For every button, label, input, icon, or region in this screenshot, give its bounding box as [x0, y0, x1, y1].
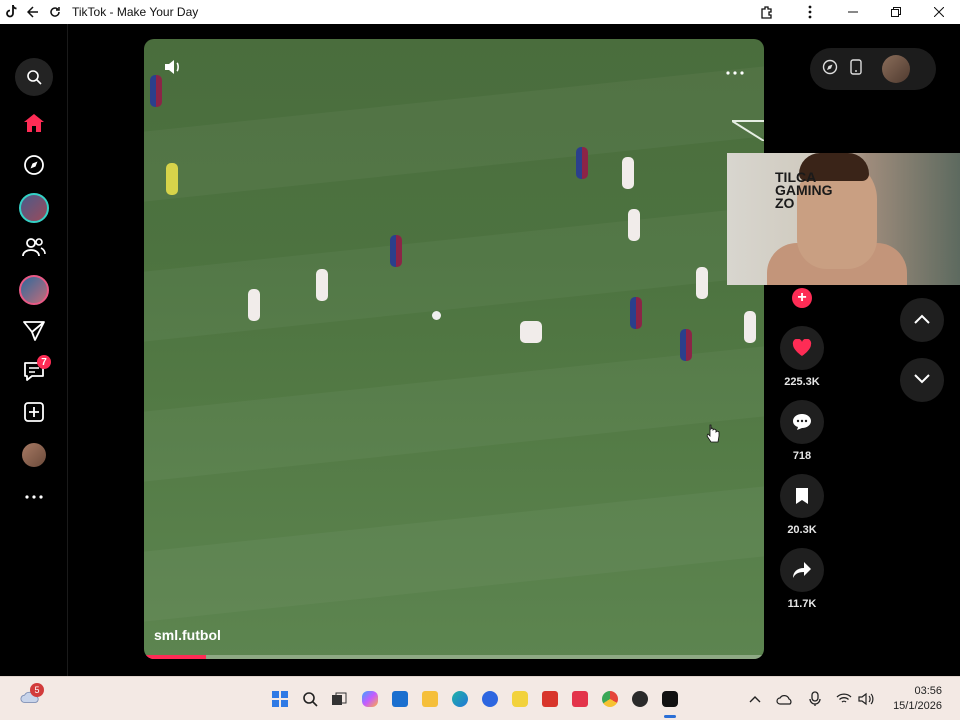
ball [432, 311, 441, 320]
start-icon[interactable] [270, 689, 290, 709]
top-right-controls [810, 48, 936, 90]
sidebar: 7 [0, 24, 68, 676]
video-player[interactable]: sml.futbol [144, 39, 764, 659]
share-count: 11.7K [787, 598, 817, 610]
next-video-button[interactable] [900, 358, 944, 402]
zoom-icon[interactable] [480, 689, 500, 709]
sidebar-item-friends[interactable] [14, 229, 54, 269]
chevron-up-icon [914, 311, 930, 329]
file-explorer-icon[interactable] [420, 689, 440, 709]
back-arrow-icon[interactable] [22, 0, 44, 24]
tray-chevron-up-icon[interactable] [745, 689, 765, 709]
minimize-icon[interactable] [831, 0, 874, 24]
compass-icon [23, 154, 45, 181]
coins-icon[interactable] [822, 59, 838, 80]
previous-video-button[interactable] [900, 298, 944, 342]
sidebar-item-search[interactable] [14, 57, 54, 97]
task-view-icon[interactable] [329, 689, 349, 709]
live-avatar [19, 275, 49, 305]
chrome-icon[interactable] [600, 689, 620, 709]
weather-badge: 5 [30, 683, 44, 697]
wifi-icon[interactable] [834, 689, 854, 709]
microphone-icon[interactable] [805, 689, 825, 709]
title-bar: TikTok - Make Your Day [0, 0, 960, 24]
sidebar-item-profile[interactable] [14, 435, 54, 475]
friends-icon [22, 237, 46, 262]
video-progress-fill [144, 655, 206, 659]
like-action[interactable]: 225.3K [778, 326, 826, 400]
account-avatar[interactable] [882, 55, 910, 83]
sidebar-item-more[interactable] [14, 475, 54, 515]
inbox-badge: 7 [37, 355, 51, 369]
mouse-cursor-icon [706, 424, 720, 449]
menu-dots-icon[interactable] [788, 0, 831, 24]
edge-icon[interactable] [450, 689, 470, 709]
video-username[interactable]: sml.futbol [154, 627, 221, 643]
reload-icon[interactable] [44, 0, 66, 24]
taskbar: 5 03:56 15/1/2026 [0, 676, 960, 720]
save-action[interactable]: 20.3K [778, 474, 826, 548]
search-taskbar-icon[interactable] [300, 689, 320, 709]
like-count: 225.3K [784, 376, 820, 388]
home-icon [23, 113, 45, 138]
tiktok-app-icon [0, 0, 22, 24]
sidebar-item-live[interactable] [14, 270, 54, 310]
comment-count: 718 [792, 450, 812, 462]
clock[interactable]: 03:56 15/1/2026 [893, 684, 942, 714]
upload-icon [24, 401, 44, 427]
active-indicator [664, 715, 676, 718]
phone-icon[interactable] [850, 58, 862, 80]
save-count: 20.3K [787, 524, 817, 536]
comment-action[interactable]: 718 [778, 400, 826, 474]
volume-taskbar-icon[interactable] [856, 689, 876, 709]
window-title: TikTok - Make Your Day [72, 5, 199, 19]
send-icon [23, 320, 45, 346]
more-dots-icon [25, 486, 43, 504]
video-progress-bar[interactable] [144, 655, 764, 659]
webcam-sign: TILCA GAMING ZO [775, 169, 833, 211]
following-avatar [19, 193, 49, 223]
sidebar-item-upload[interactable] [14, 394, 54, 434]
share-action[interactable]: 11.7K [778, 548, 826, 622]
video-navigation [900, 298, 944, 418]
comment-icon[interactable] [780, 400, 824, 444]
video-more-icon[interactable] [726, 59, 744, 80]
obs-icon[interactable] [630, 689, 650, 709]
bookmark-icon[interactable] [780, 474, 824, 518]
red-app-icon[interactable] [540, 689, 560, 709]
video-actions: 225.3K 718 20.3K 11.7K [778, 282, 826, 622]
sidebar-item-following[interactable] [14, 188, 54, 228]
clock-time: 03:56 [914, 685, 942, 697]
sidebar-item-explore[interactable] [14, 147, 54, 187]
profile-avatar [22, 443, 46, 467]
webcam-overlay: TILCA GAMING ZO [727, 153, 960, 285]
store-icon[interactable] [390, 689, 410, 709]
heart-icon[interactable] [780, 326, 824, 370]
extensions-icon[interactable] [745, 0, 788, 24]
copilot-icon[interactable] [360, 689, 380, 709]
sidebar-item-inbox[interactable]: 7 [14, 353, 54, 393]
volume-icon[interactable] [164, 59, 182, 80]
chevron-down-icon [914, 371, 930, 389]
tiktok-app: 7 sml.futbol TILCA GAMING ZO + 225.3K 71… [0, 24, 960, 676]
sidebar-item-messages[interactable] [14, 313, 54, 353]
share-icon[interactable] [780, 548, 824, 592]
close-icon[interactable] [917, 0, 960, 24]
game-app-icon[interactable] [510, 689, 530, 709]
office-app-icon[interactable] [570, 689, 590, 709]
search-icon [15, 58, 53, 96]
tiktok-taskbar-icon[interactable] [660, 689, 680, 709]
restore-icon[interactable] [874, 0, 917, 24]
onedrive-icon[interactable] [775, 689, 795, 709]
sidebar-item-home[interactable] [14, 105, 54, 145]
clock-date: 15/1/2026 [893, 700, 942, 712]
